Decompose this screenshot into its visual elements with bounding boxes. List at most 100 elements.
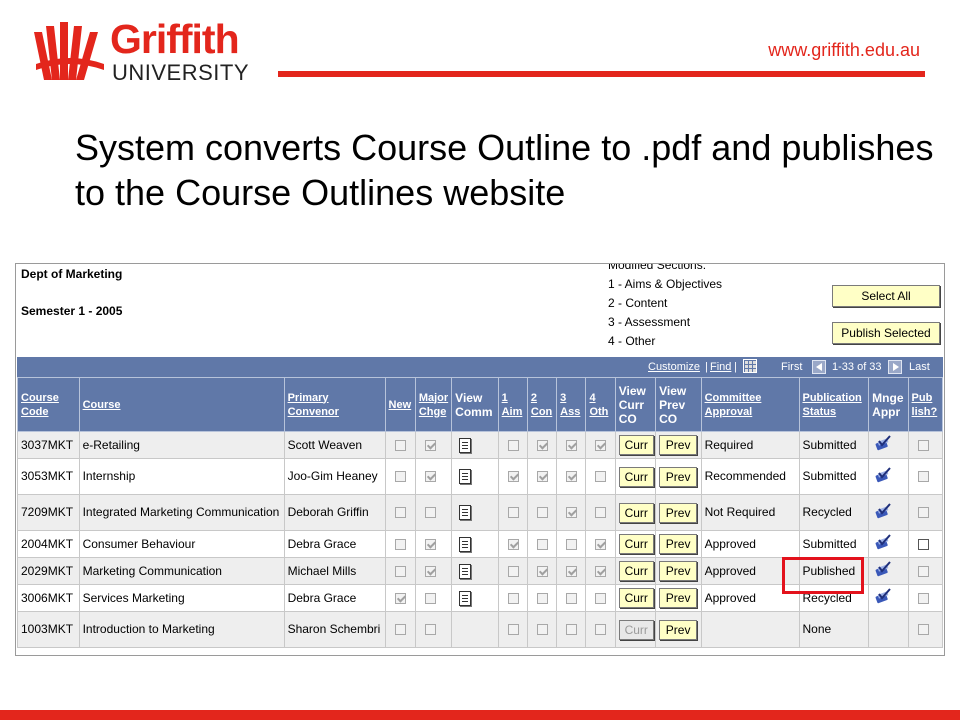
assessment-cell xyxy=(556,458,587,495)
assessment-checkbox[interactable] xyxy=(566,624,578,636)
col-publication-status[interactable]: Publication Status xyxy=(798,377,870,432)
publish-checkbox[interactable] xyxy=(917,624,929,636)
view-curr-button[interactable]: Curr xyxy=(618,466,654,487)
slide-title: System converts Course Outline to .pdf a… xyxy=(75,127,934,213)
major-change-checkbox[interactable] xyxy=(424,565,436,577)
col-major-chge[interactable]: Major Chge xyxy=(414,377,453,432)
manage-approval-icon[interactable] xyxy=(874,435,892,451)
content-checkbox[interactable] xyxy=(536,507,548,519)
other-checkbox[interactable] xyxy=(595,592,607,604)
view-prev-button[interactable]: Prev xyxy=(659,619,698,640)
other-checkbox[interactable] xyxy=(595,624,607,636)
previous-page-icon[interactable] xyxy=(812,360,826,374)
view-curr-button[interactable]: Curr xyxy=(618,561,654,581)
view-curr-button[interactable]: Curr xyxy=(618,534,654,554)
assessment-checkbox[interactable] xyxy=(566,471,578,483)
view-prev-button[interactable]: Prev xyxy=(659,561,698,581)
view-curr-button[interactable]: Curr xyxy=(618,435,654,455)
col-primary-convenor[interactable]: Primary Convenor xyxy=(283,377,386,432)
col-committee-approval[interactable]: Committee Approval xyxy=(700,377,800,432)
publish-checkbox[interactable] xyxy=(917,507,929,519)
next-page-icon[interactable] xyxy=(888,360,902,374)
major-change-checkbox[interactable] xyxy=(424,624,436,636)
content-checkbox[interactable] xyxy=(536,624,548,636)
aim-checkbox[interactable] xyxy=(507,439,519,451)
manage-approval-icon[interactable] xyxy=(874,561,892,577)
aim-checkbox[interactable] xyxy=(507,565,519,577)
content-checkbox[interactable] xyxy=(536,538,548,550)
major-change-checkbox[interactable] xyxy=(424,439,436,451)
new-checkbox[interactable] xyxy=(394,439,406,451)
new-checkbox[interactable] xyxy=(394,592,406,604)
col-publish[interactable]: Pub lish? xyxy=(907,377,944,432)
col-con[interactable]: 2 Con xyxy=(526,377,558,432)
assessment-checkbox[interactable] xyxy=(566,538,578,550)
comment-document-icon[interactable] xyxy=(459,469,472,485)
new-checkbox[interactable] xyxy=(394,538,406,550)
manage-approval-icon[interactable] xyxy=(874,466,892,483)
content-checkbox[interactable] xyxy=(536,439,548,451)
aim-checkbox[interactable] xyxy=(507,624,519,636)
assessment-checkbox[interactable] xyxy=(566,507,578,519)
assessment-checkbox[interactable] xyxy=(566,565,578,577)
content-checkbox[interactable] xyxy=(536,592,548,604)
col-oth[interactable]: 4 Oth xyxy=(585,377,616,432)
col-aim[interactable]: 1 Aim xyxy=(497,377,528,432)
view-prev-button[interactable]: Prev xyxy=(659,502,698,523)
new-checkbox[interactable] xyxy=(394,565,406,577)
publish-checkbox[interactable] xyxy=(917,592,929,604)
comment-document-icon[interactable] xyxy=(459,505,472,521)
assessment-checkbox[interactable] xyxy=(566,439,578,451)
major-change-checkbox[interactable] xyxy=(424,471,436,483)
new-checkbox[interactable] xyxy=(394,471,406,483)
download-grid-icon[interactable] xyxy=(743,359,757,373)
select-all-button[interactable]: Select All xyxy=(832,285,940,307)
content-checkbox[interactable] xyxy=(536,565,548,577)
publish-checkbox[interactable] xyxy=(917,538,929,550)
manage-approval-icon[interactable] xyxy=(874,588,892,604)
view-curr-button[interactable]: Curr xyxy=(618,502,654,523)
mnge-appr-cell xyxy=(868,530,909,558)
view-prev-button[interactable]: Prev xyxy=(659,534,698,554)
customize-link[interactable]: Customize xyxy=(648,361,700,373)
site-url[interactable]: www.griffith.edu.au xyxy=(768,40,920,61)
view-prev-button[interactable]: Prev xyxy=(659,435,698,455)
aim-checkbox[interactable] xyxy=(507,471,519,483)
manage-approval-icon[interactable] xyxy=(874,534,892,550)
comment-document-icon[interactable] xyxy=(459,437,472,453)
major-change-checkbox[interactable] xyxy=(424,507,436,519)
col-ass[interactable]: 3 Ass xyxy=(556,377,587,432)
view-curr-button[interactable]: Curr xyxy=(618,588,654,608)
comment-document-icon[interactable] xyxy=(459,590,472,606)
view-prev-button[interactable]: Prev xyxy=(659,588,698,608)
other-checkbox[interactable] xyxy=(595,538,607,550)
content-checkbox[interactable] xyxy=(536,471,548,483)
publish-checkbox[interactable] xyxy=(917,439,929,451)
manage-approval-icon[interactable] xyxy=(874,502,892,519)
publish-checkbox[interactable] xyxy=(917,565,929,577)
comment-document-icon[interactable] xyxy=(459,563,472,579)
aim-checkbox[interactable] xyxy=(507,538,519,550)
aim-checkbox[interactable] xyxy=(507,592,519,604)
other-checkbox[interactable] xyxy=(595,507,607,519)
new-checkbox[interactable] xyxy=(394,624,406,636)
semester-label: Semester 1 - 2005 xyxy=(21,304,123,318)
course-code: 2004MKT xyxy=(17,530,80,558)
col-course-code[interactable]: Course Code xyxy=(17,377,80,432)
new-checkbox[interactable] xyxy=(394,507,406,519)
col-course[interactable]: Course xyxy=(78,377,285,432)
comment-document-icon[interactable] xyxy=(459,536,472,552)
aim-cell xyxy=(497,557,528,585)
aim-checkbox[interactable] xyxy=(507,507,519,519)
assessment-checkbox[interactable] xyxy=(566,592,578,604)
other-checkbox[interactable] xyxy=(595,471,607,483)
major-change-checkbox[interactable] xyxy=(424,538,436,550)
major-change-checkbox[interactable] xyxy=(424,592,436,604)
other-checkbox[interactable] xyxy=(595,439,607,451)
view-prev-button[interactable]: Prev xyxy=(659,466,698,487)
publish-selected-button[interactable]: Publish Selected xyxy=(832,322,940,344)
col-new[interactable]: New xyxy=(384,377,416,432)
find-link[interactable]: Find xyxy=(710,361,731,373)
publish-checkbox[interactable] xyxy=(917,471,929,483)
other-checkbox[interactable] xyxy=(595,565,607,577)
